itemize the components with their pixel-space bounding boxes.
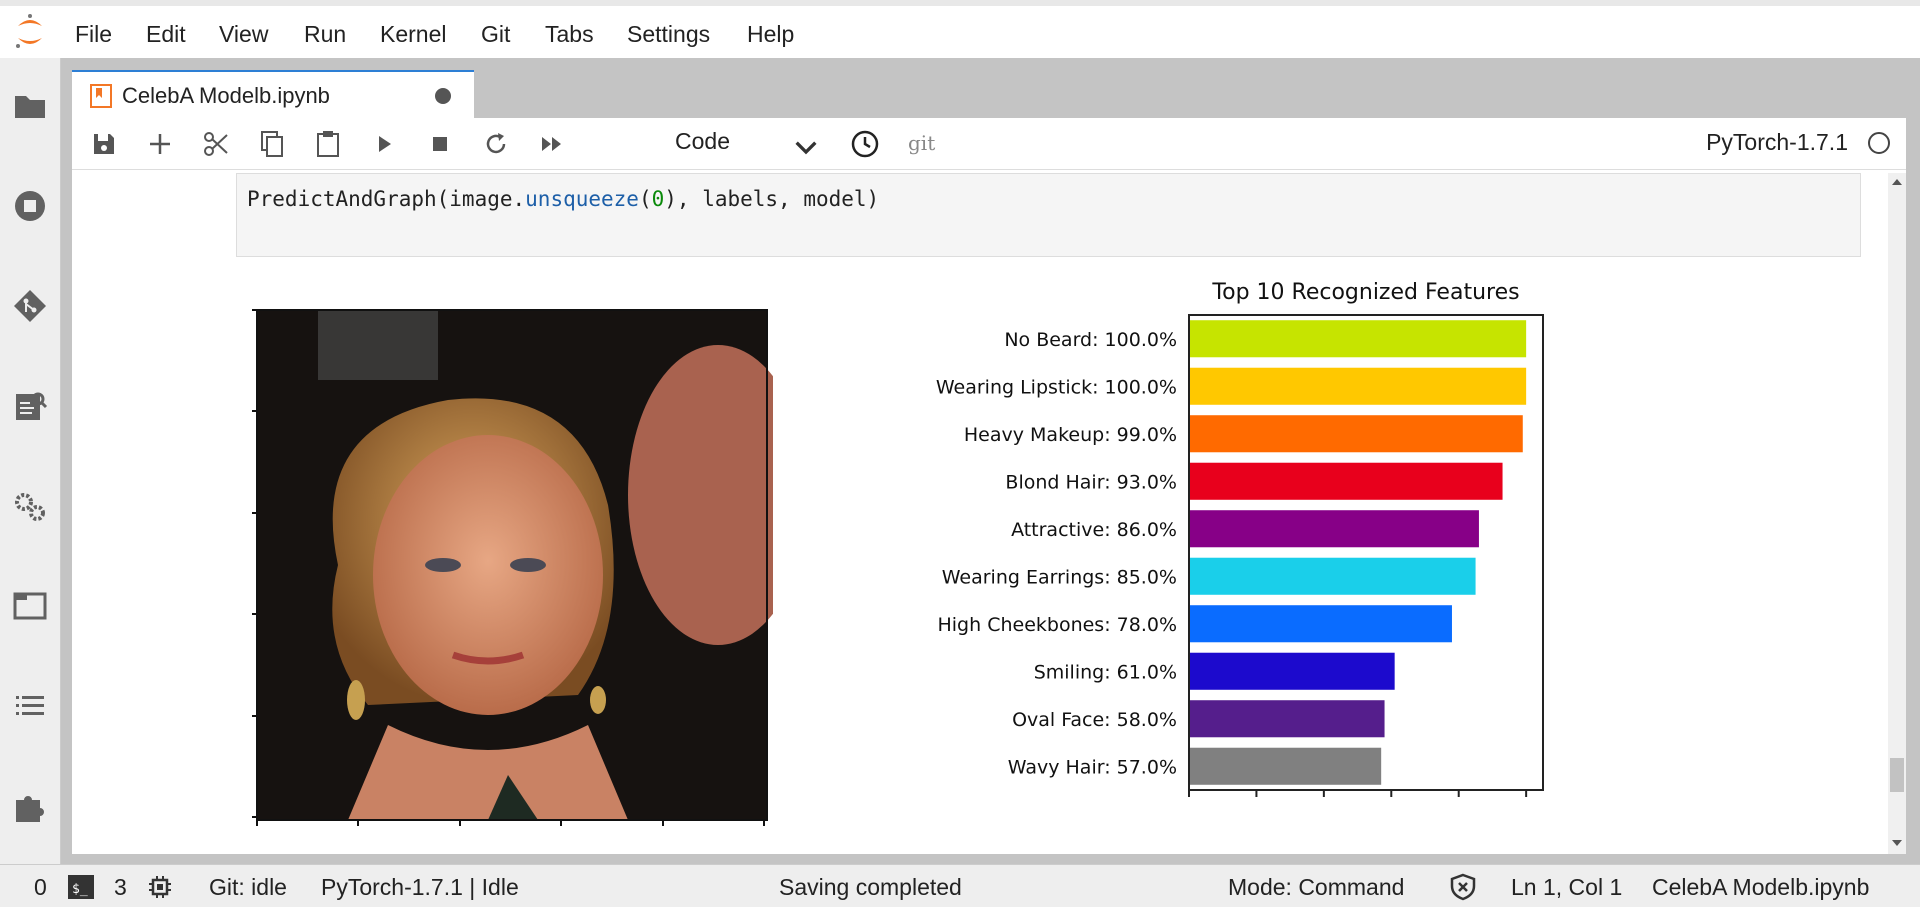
left-sidebar (0, 58, 61, 864)
chart-bar (1189, 415, 1523, 453)
stop-circle-icon[interactable] (12, 188, 48, 224)
chart-bar (1189, 557, 1476, 595)
menu-tabs[interactable]: Tabs (545, 21, 594, 48)
status-message: Saving completed (779, 874, 962, 900)
chart-bar (1189, 510, 1479, 548)
chart-bar (1189, 747, 1382, 785)
clock-icon[interactable] (849, 128, 881, 160)
restart-icon[interactable] (480, 128, 512, 160)
chart-bar-label: Heavy Makeup: 99.0% (964, 424, 1177, 446)
kernel-count[interactable]: 3 (114, 874, 127, 901)
mode-indicator[interactable]: Mode: Command (1228, 874, 1404, 901)
folder-icon[interactable] (12, 88, 48, 124)
git-label[interactable]: git (908, 131, 935, 155)
menu-bar: File Edit View Run Kernel Git Tabs Setti… (0, 0, 1920, 58)
chart-bar (1189, 700, 1385, 738)
chart-bar-label: Wearing Earrings: 85.0% (942, 566, 1177, 588)
menu-run[interactable]: Run (304, 21, 346, 48)
property-inspector-icon[interactable] (12, 388, 48, 424)
menu-settings[interactable]: Settings (627, 21, 710, 48)
tab-title: CelebA Modelb.ipynb (122, 83, 330, 108)
extension-icon[interactable] (12, 788, 48, 824)
paste-icon[interactable] (312, 128, 344, 160)
run-icon[interactable] (368, 128, 400, 160)
fast-forward-icon[interactable] (536, 128, 568, 160)
chart-bar-label: Wearing Lipstick: 100.0% (936, 376, 1177, 398)
chip-icon[interactable] (148, 875, 172, 899)
current-file: CelebA Modelb.ipynb (1652, 874, 1870, 900)
scroll-up-icon[interactable] (1891, 177, 1903, 187)
menu-file[interactable]: File (75, 21, 112, 48)
chart-bar-label: Wavy Hair: 57.0% (1008, 756, 1177, 778)
menu-view[interactable]: View (219, 21, 268, 48)
save-icon[interactable] (88, 128, 120, 160)
code-rest: ), labels, model) (664, 187, 880, 211)
chart-bar-label: Attractive: 86.0% (1011, 519, 1177, 541)
chart-bar (1189, 367, 1527, 405)
shield-icon[interactable] (1450, 873, 1476, 901)
notebook-toolbar: Code git PyTorch-1.7.1 (72, 118, 1906, 170)
chart-bar-label: High Cheekbones: 78.0% (937, 614, 1177, 636)
tabs-icon[interactable] (12, 588, 48, 624)
kernel-status-icon (1868, 132, 1890, 154)
scroll-thumb[interactable] (1890, 758, 1904, 792)
notebook-icon (90, 84, 112, 108)
kernel-status[interactable]: PyTorch-1.7.1 | Idle (321, 874, 519, 901)
chart-bar (1189, 605, 1452, 643)
output-portrait-image (252, 309, 773, 826)
code-cell[interactable]: PredictAndGraph(image.unsqueeze(0), labe… (236, 173, 1861, 257)
chevron-down-icon[interactable] (790, 132, 822, 164)
svg-text:$_: $_ (72, 882, 88, 897)
code-line[interactable]: PredictAndGraph(image.unsqueeze(0), labe… (247, 187, 879, 211)
gears-icon[interactable] (12, 488, 48, 524)
kernel-name[interactable]: PyTorch-1.7.1 (1706, 129, 1848, 156)
code-number: 0 (651, 187, 665, 211)
menu-kernel[interactable]: Kernel (380, 21, 446, 48)
chart-bar-label: Smiling: 61.0% (1034, 661, 1177, 683)
features-bar-chart: Top 10 Recognized Features No Beard: 100… (936, 280, 1544, 797)
cell-type-select[interactable]: Code (675, 128, 730, 155)
copy-icon[interactable] (256, 128, 288, 160)
menu-git[interactable]: Git (481, 21, 510, 48)
git-status[interactable]: Git: idle (209, 874, 287, 901)
chart-bar-label: No Beard: 100.0% (1004, 329, 1177, 351)
jupyter-logo-icon[interactable] (12, 12, 48, 52)
chart-bar-label: Blond Hair: 93.0% (1005, 471, 1177, 493)
code-method: unsqueeze (525, 187, 639, 211)
git-icon[interactable] (12, 288, 48, 324)
code-paren: ( (638, 187, 652, 211)
scroll-down-icon[interactable] (1891, 838, 1903, 848)
chart-bar-label: Oval Face: 58.0% (1012, 709, 1177, 731)
chart-bar (1189, 462, 1503, 500)
menu-edit[interactable]: Edit (146, 21, 186, 48)
chart-title: Top 10 Recognized Features (1211, 280, 1519, 305)
terminal-icon[interactable]: $_ (68, 875, 94, 899)
terminal-count[interactable]: 0 (34, 874, 47, 901)
status-bar: 0 $_ 3 Git: idle PyTorch-1.7.1 | Idle Sa… (0, 864, 1920, 907)
menu-help[interactable]: Help (747, 21, 794, 48)
stop-icon[interactable] (424, 128, 456, 160)
cursor-position[interactable]: Ln 1, Col 1 (1511, 874, 1622, 901)
add-cell-icon[interactable] (144, 128, 176, 160)
chart-bar (1189, 652, 1395, 690)
cut-icon[interactable] (200, 128, 232, 160)
tab-notebook[interactable]: CelebA Modelb.ipynb (72, 70, 474, 120)
chart-bar (1189, 320, 1527, 358)
unsaved-dot-icon[interactable] (435, 88, 451, 104)
vertical-scrollbar[interactable] (1888, 173, 1906, 854)
toc-icon[interactable] (12, 688, 48, 724)
code-text: PredictAndGraph(image. (247, 187, 526, 211)
